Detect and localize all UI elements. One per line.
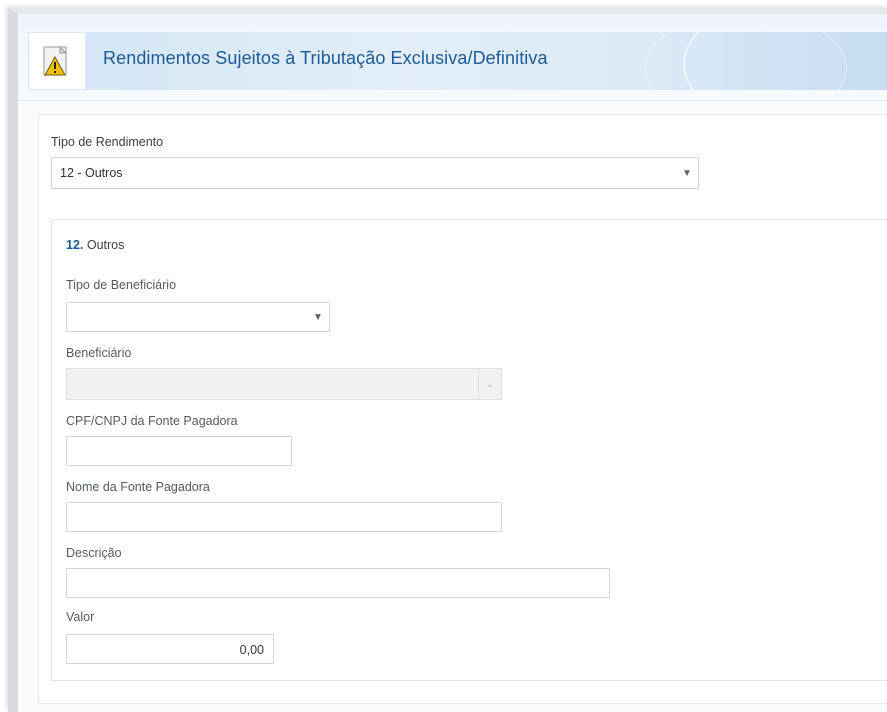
warning-document-icon — [43, 45, 68, 76]
cpf-cnpj-label: CPF/CNPJ da Fonte Pagadora — [66, 414, 238, 428]
valor-label: Valor — [66, 610, 95, 624]
section-title: 12. Outros — [66, 238, 124, 252]
outros-section: 12. Outros Tipo de Beneficiário ▼ Benefi… — [51, 219, 887, 681]
nome-fonte-input[interactable] — [66, 502, 502, 532]
page-header: Rendimentos Sujeitos à Tributação Exclus… — [18, 14, 887, 101]
nome-fonte-label: Nome da Fonte Pagadora — [66, 480, 210, 494]
section-name: Outros — [86, 238, 125, 252]
tipo-rendimento-select[interactable]: 12 - Outros ▼ — [51, 157, 699, 189]
chevron-down-icon[interactable]: ▼ — [307, 303, 329, 331]
chevron-down-icon: ⌄ — [478, 369, 501, 399]
tipo-rendimento-label: Tipo de Rendimento — [51, 135, 164, 149]
valor-value: 0,00 — [239, 643, 264, 657]
form-content: Tipo de Rendimento 12 - Outros ▼ 12. Out… — [38, 114, 887, 704]
title-band: Rendimentos Sujeitos à Tributação Exclus… — [86, 32, 887, 90]
page-title: Rendimentos Sujeitos à Tributação Exclus… — [103, 48, 548, 68]
valor-input[interactable]: 0,00 — [66, 634, 274, 664]
cpf-cnpj-input[interactable] — [66, 436, 292, 466]
tipo-beneficiario-label: Tipo de Beneficiário — [66, 278, 177, 292]
header-icon-box — [28, 32, 86, 90]
descricao-label: Descrição — [66, 546, 122, 560]
tipo-beneficiario-select[interactable]: ▼ — [66, 302, 330, 332]
tipo-rendimento-value: 12 - Outros — [60, 166, 123, 180]
chevron-down-icon[interactable]: ▼ — [676, 158, 698, 188]
section-number: 12. — [66, 238, 84, 252]
window-frame: Rendimentos Sujeitos à Tributação Exclus… — [8, 8, 887, 712]
beneficiario-select: ⌄ — [66, 368, 502, 400]
beneficiario-label: Beneficiário — [66, 346, 132, 360]
descricao-input[interactable] — [66, 568, 610, 598]
decorative-swoosh — [645, 32, 847, 90]
